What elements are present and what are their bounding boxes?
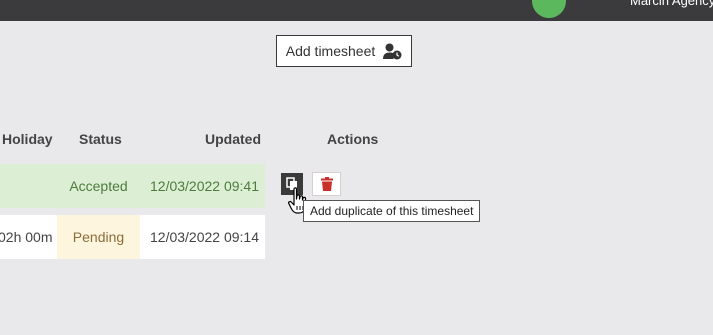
user-name[interactable]: Marcin Agency xyxy=(630,0,713,8)
status-cell: Pending xyxy=(57,215,140,259)
table-row[interactable]: Accepted 12/03/2022 09:41 xyxy=(0,164,265,208)
column-header-holiday[interactable]: Holiday xyxy=(2,131,53,147)
table-row[interactable]: 02h 00m Pending 12/03/2022 09:14 xyxy=(0,215,265,259)
column-header-actions: Actions xyxy=(327,131,379,147)
avatar[interactable] xyxy=(532,0,566,18)
column-header-updated[interactable]: Updated xyxy=(205,131,261,147)
delete-timesheet-button[interactable] xyxy=(312,172,341,196)
tooltip: Add duplicate of this timesheet xyxy=(303,200,481,222)
user-clock-icon xyxy=(383,43,402,59)
add-timesheet-button[interactable]: Add timesheet xyxy=(276,35,412,67)
status-cell: Accepted xyxy=(69,178,128,194)
add-timesheet-label: Add timesheet xyxy=(285,43,376,59)
holiday-cell: 02h 00m xyxy=(0,229,53,245)
updated-cell: 12/03/2022 09:41 xyxy=(150,178,259,194)
updated-cell: 12/03/2022 09:14 xyxy=(150,229,259,245)
column-header-status[interactable]: Status xyxy=(79,131,122,147)
trash-icon xyxy=(320,177,333,191)
top-navbar: Marcin Agency xyxy=(0,0,713,21)
tooltip-text: Add duplicate of this timesheet xyxy=(310,204,474,218)
